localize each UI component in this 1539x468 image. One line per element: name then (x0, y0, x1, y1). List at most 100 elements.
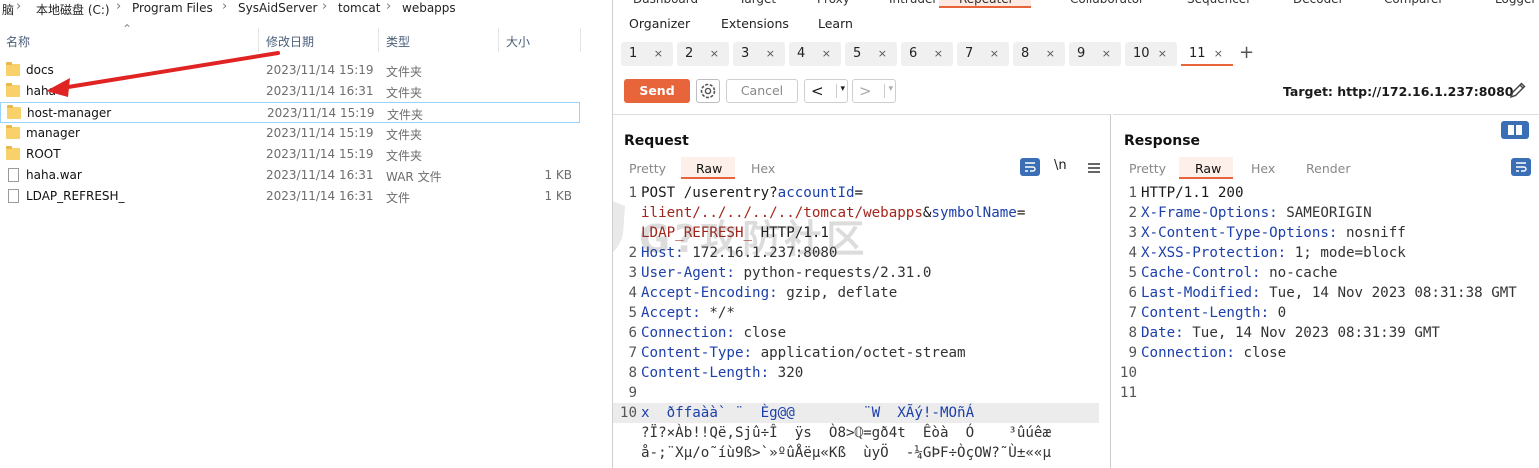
repeater-tab-8[interactable]: 8 × (1013, 42, 1065, 66)
column-divider[interactable] (498, 28, 499, 52)
previous-request-button[interactable]: < ▾ (804, 79, 848, 103)
tab-render[interactable]: Render (1306, 161, 1351, 176)
tab-dashboard[interactable]: Dashboard (633, 0, 698, 6)
line-text: Connection: close (641, 325, 787, 341)
list-item[interactable]: haha.war 2023/11/14 16:31 WAR 文件 1 KB (0, 165, 580, 186)
list-item[interactable]: ROOT 2023/11/14 15:19 文件夹 (0, 144, 580, 165)
repeater-tab-11[interactable]: 11 × (1181, 42, 1233, 66)
breadcrumb-item[interactable]: SysAidServer (238, 1, 317, 15)
file-type: 文件 (386, 191, 411, 205)
breadcrumb-item[interactable]: webapps (402, 1, 456, 15)
line-text: Accept: */* (641, 305, 735, 321)
layout-toggle-button[interactable] (1501, 121, 1529, 139)
line-number: 1 (1128, 185, 1137, 201)
close-icon[interactable]: × (1046, 47, 1055, 60)
tab-label: 10 (1133, 46, 1150, 61)
column-size[interactable]: 大小 (506, 33, 530, 50)
close-icon[interactable]: × (766, 47, 775, 60)
column-divider[interactable] (580, 28, 581, 52)
menu-icon[interactable] (1084, 159, 1104, 177)
request-editor[interactable]: 1 POST /userentry?accountId= ilient/../../… (613, 183, 1110, 468)
repeater-tab-3[interactable]: 3 × (733, 42, 785, 66)
settings-button[interactable] (696, 79, 720, 103)
gear-icon (700, 83, 716, 99)
tab-label: 1 (629, 46, 638, 61)
close-icon[interactable]: × (1158, 47, 1167, 60)
list-item[interactable]: haha 2023/11/14 16:31 文件夹 (0, 81, 580, 102)
line-text: Last-Modified: Tue, 14 Nov 2023 08:31:38… (1141, 285, 1517, 301)
tab-intruder[interactable]: Intruder (889, 0, 937, 6)
file-modified: 2023/11/14 15:19 (267, 106, 375, 120)
file-name: manager (26, 126, 80, 140)
breadcrumb-item[interactable]: 本地磁盘 (C:) (36, 1, 110, 18)
line-text: Accept-Encoding: gzip, deflate (641, 285, 898, 301)
close-icon[interactable]: × (1102, 47, 1111, 60)
response-title: Response (1124, 133, 1201, 149)
breadcrumb-item[interactable]: Program Files (132, 1, 213, 15)
tab-collaborator[interactable]: Collaborator (1070, 0, 1144, 6)
line-number: 8 (1128, 325, 1137, 341)
breadcrumb-item[interactable]: tomcat (338, 1, 380, 15)
tab-repeater[interactable]: Repeater (959, 0, 1014, 6)
tab-hex[interactable]: Hex (1251, 161, 1275, 176)
column-divider[interactable] (258, 28, 259, 52)
wrap-lines-button[interactable] (1020, 158, 1040, 176)
close-icon[interactable]: × (878, 47, 887, 60)
file-type: 文件夹 (386, 128, 423, 142)
column-type[interactable]: 类型 (386, 33, 410, 50)
tab-pretty[interactable]: Pretty (1129, 161, 1166, 176)
list-item[interactable]: manager 2023/11/14 15:19 文件夹 (0, 123, 580, 144)
folder-icon (6, 146, 20, 160)
send-button[interactable]: Send (624, 79, 690, 103)
newline-toggle-button[interactable]: \n (1054, 158, 1074, 176)
next-request-button[interactable]: > ▾ (852, 79, 896, 103)
repeater-tab-7[interactable]: 7 × (957, 42, 1009, 66)
chevron-down-icon[interactable]: ▾ (884, 84, 893, 98)
tab-extensions[interactable]: Extensions (721, 16, 789, 31)
close-icon[interactable]: × (822, 47, 831, 60)
tab-sequencer[interactable]: Sequencer (1187, 0, 1251, 6)
column-name[interactable]: 名称 (6, 33, 30, 50)
tab-raw[interactable]: Raw (696, 161, 722, 176)
close-icon[interactable]: × (990, 47, 999, 60)
close-icon[interactable]: × (654, 47, 663, 60)
tab-hex[interactable]: Hex (751, 161, 775, 176)
file-modified: 2023/11/14 16:31 (266, 84, 374, 98)
close-icon[interactable]: × (710, 47, 719, 60)
repeater-tab-10[interactable]: 10 × (1125, 42, 1177, 66)
tab-pretty[interactable]: Pretty (629, 161, 666, 176)
repeater-tab-5[interactable]: 5 × (845, 42, 897, 66)
column-modified[interactable]: 修改日期 (266, 33, 314, 50)
tab-logger[interactable]: Logger (1495, 0, 1536, 6)
pencil-icon[interactable] (1508, 80, 1528, 100)
tab-label: 2 (685, 46, 694, 61)
repeater-tab-6[interactable]: 6 × (901, 42, 953, 66)
tab-target[interactable]: Target (739, 0, 776, 6)
chevron-down-icon[interactable]: ▾ (836, 84, 845, 98)
line-number: 3 (1128, 225, 1137, 241)
add-tab-icon[interactable]: + (1239, 42, 1254, 63)
close-icon[interactable]: × (934, 47, 943, 60)
repeater-tab-1[interactable]: 1 × (621, 42, 673, 66)
close-icon[interactable]: × (1214, 47, 1223, 60)
repeater-tab-4[interactable]: 4 × (789, 42, 841, 66)
line-text: User-Agent: python-requests/2.31.0 (641, 265, 932, 281)
column-divider[interactable] (378, 28, 379, 52)
tab-decoder[interactable]: Decoder (1293, 0, 1344, 6)
tab-raw[interactable]: Raw (1195, 161, 1221, 176)
cancel-button[interactable]: Cancel (726, 79, 798, 103)
tab-organizer[interactable]: Organizer (629, 16, 690, 31)
tab-learn[interactable]: Learn (818, 16, 853, 31)
file-icon (8, 168, 19, 182)
wrap-lines-button[interactable] (1511, 158, 1531, 176)
tab-comparer[interactable]: Comparer (1384, 0, 1443, 6)
tab-proxy[interactable]: Proxy (817, 0, 850, 6)
response-editor[interactable]: 1 HTTP/1.1 200 2 X-Frame-Options: SAMEORIGI… (1113, 183, 1539, 468)
repeater-tab-2[interactable]: 2 × (677, 42, 729, 66)
repeater-tab-9[interactable]: 9 × (1069, 42, 1121, 66)
breadcrumb-item[interactable]: 脑 (2, 1, 14, 18)
list-item[interactable]: docs 2023/11/14 15:19 文件夹 (0, 60, 580, 81)
list-item[interactable]: LDAP_REFRESH_ 2023/11/14 16:31 文件 1 KB (0, 186, 580, 207)
list-item[interactable]: host-manager 2023/11/14 15:19 文件夹 (0, 102, 580, 123)
line-number: 10 (619, 405, 637, 421)
